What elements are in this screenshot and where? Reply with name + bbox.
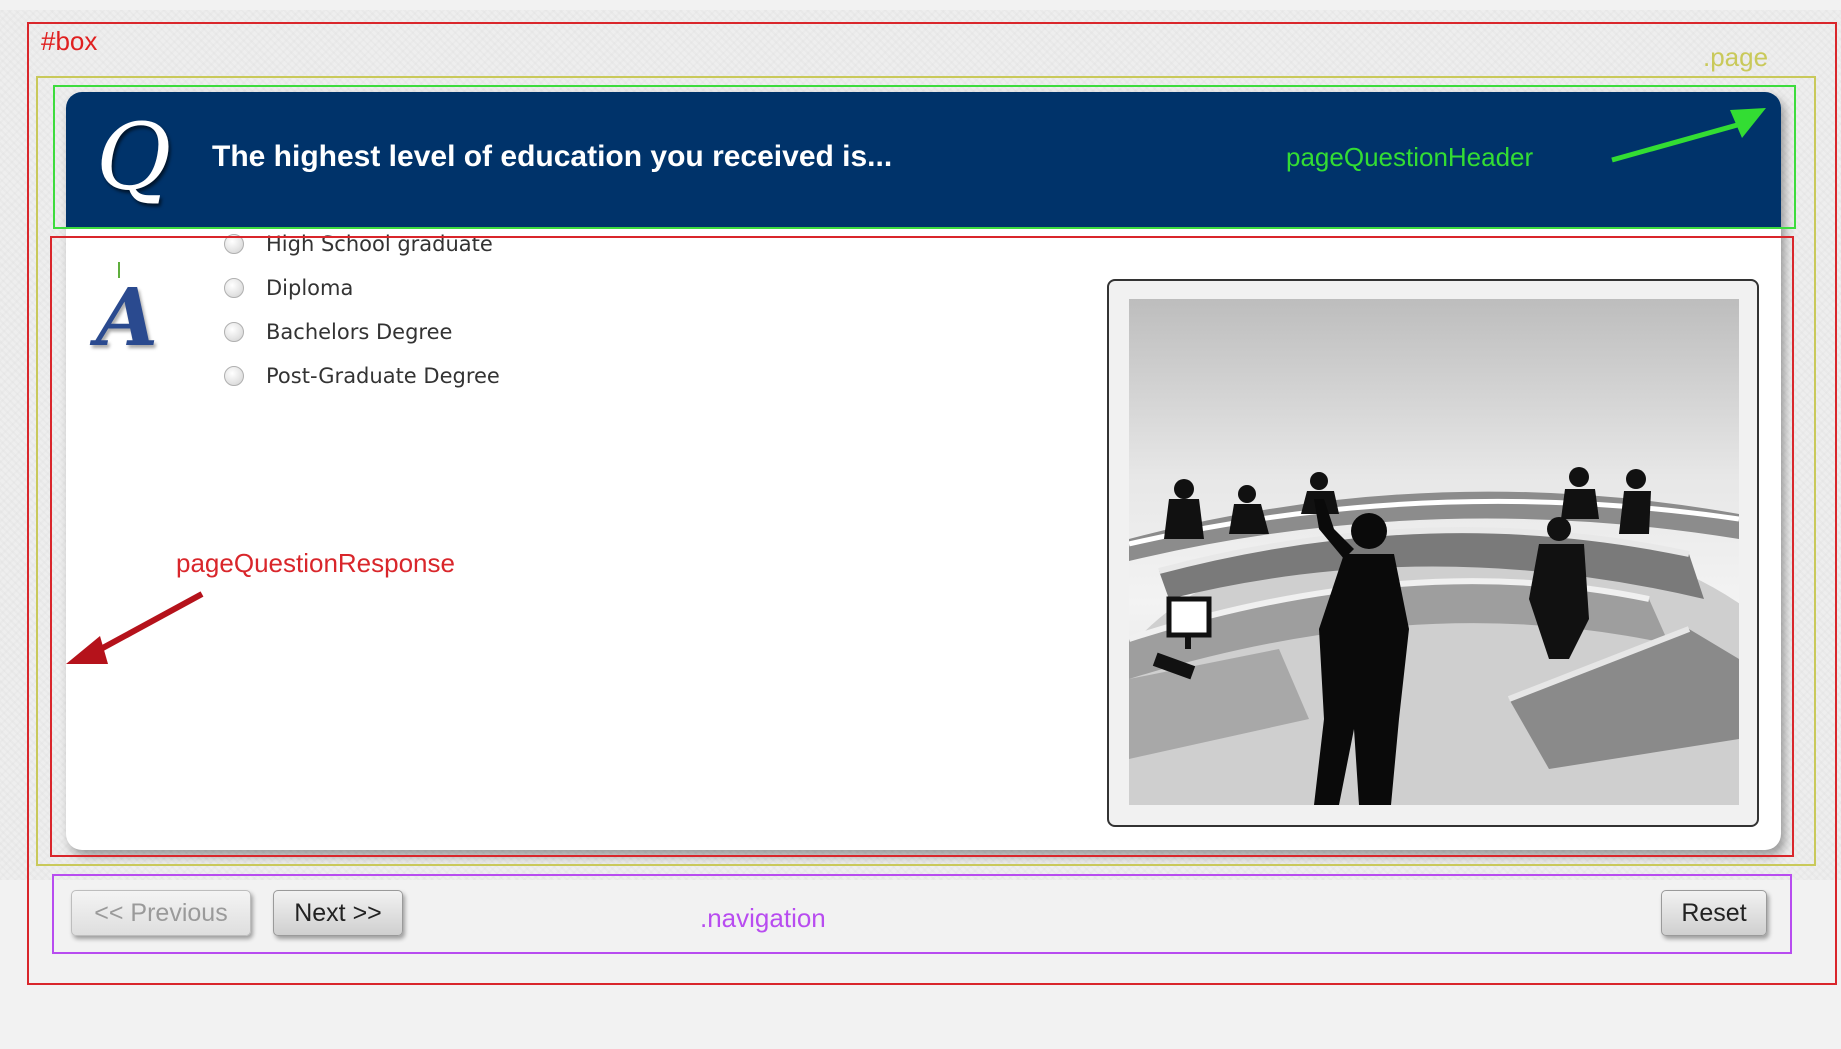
red-arrow-icon xyxy=(66,591,204,664)
green-arrow-icon xyxy=(1611,108,1766,163)
annotation-arrows xyxy=(66,108,1766,664)
